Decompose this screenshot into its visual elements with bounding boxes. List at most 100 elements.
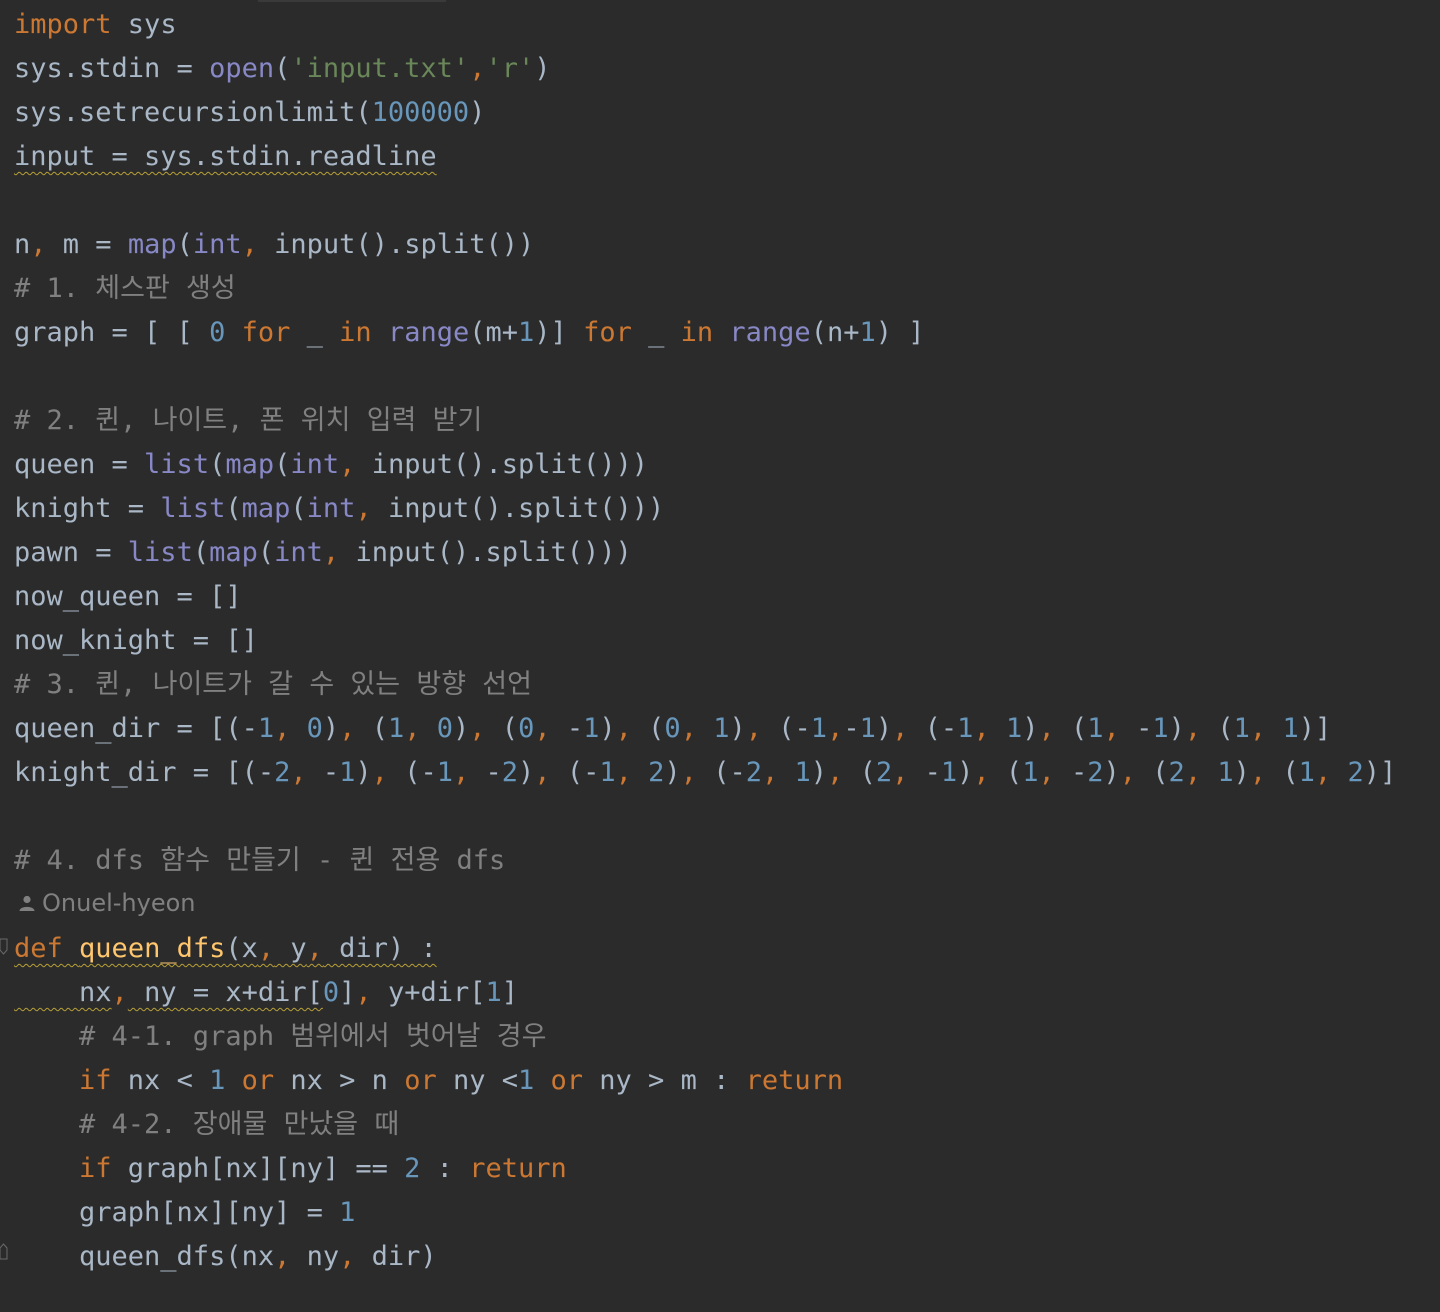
code-token: 1	[583, 713, 600, 744]
code-token: ,	[469, 713, 486, 744]
code-line[interactable]: import sys	[14, 3, 177, 47]
code-token: 0	[518, 713, 535, 744]
code-token: -	[1054, 757, 1088, 788]
code-token: ,	[761, 757, 779, 788]
code-token: ,	[1119, 757, 1137, 788]
code-token: ,	[1249, 757, 1267, 788]
fold-end-icon[interactable]	[0, 1242, 8, 1260]
code-token: # 4-1. graph 범위에서 벗어날 경우	[14, 1021, 547, 1052]
code-token: ,	[355, 977, 372, 1008]
code-token: ,	[469, 53, 486, 84]
code-token: 1	[599, 757, 616, 788]
code-token: return	[469, 1153, 567, 1184]
code-line[interactable]: nx, ny = x+dir[0], y+dir[1]	[14, 971, 518, 1015]
code-token: ,	[892, 757, 909, 788]
code-line[interactable]: n, m = map(int, input().split())	[14, 223, 534, 267]
code-token: ,	[404, 713, 421, 744]
code-token: 1	[1022, 757, 1039, 788]
code-token: input().split()))	[371, 493, 665, 524]
code-line[interactable]: knight = list(map(int, input().split()))	[14, 487, 664, 531]
code-token: ,	[973, 757, 990, 788]
code-token: -	[306, 757, 340, 788]
code-token: (m+	[469, 317, 519, 348]
code-token: range	[387, 317, 470, 348]
code-line[interactable]: sys.stdin = open('input.txt','r')	[14, 47, 551, 91]
code-token: ,	[241, 229, 258, 260]
code-token: open	[209, 53, 275, 84]
code-line[interactable]: # 4-1. graph 범위에서 벗어날 경우	[14, 1015, 546, 1059]
code-token: 0	[209, 317, 226, 348]
code-token: ,	[1103, 713, 1120, 744]
code-token: 2	[1347, 757, 1364, 788]
code-token: (	[485, 713, 519, 744]
code-token: int	[192, 229, 242, 260]
code-token: queen_dfs	[79, 933, 226, 964]
code-token: 1	[1217, 757, 1234, 788]
code-token: 1	[436, 757, 453, 788]
code-token: 100000	[371, 97, 470, 128]
code-token: )	[729, 713, 746, 744]
code-token: or	[550, 1065, 584, 1096]
code-token: (	[1054, 713, 1088, 744]
code-token: 1	[794, 757, 811, 788]
code-line[interactable]: input = sys.stdin.readline	[14, 135, 437, 179]
code-token: 1	[387, 713, 405, 744]
code-line[interactable]: graph[nx][ny] = 1	[14, 1191, 355, 1235]
code-token: y+dir[	[371, 977, 486, 1008]
code-token: map	[225, 449, 275, 480]
code-line[interactable]: if nx < 1 or nx > n or ny <1 or ny > m :…	[14, 1059, 843, 1103]
code-line[interactable]: sys.setrecursionlimit(100000)	[14, 91, 485, 135]
code-token: n	[14, 229, 31, 260]
code-token: )	[1233, 757, 1250, 788]
code-line[interactable]: pawn = list(map(int, input().split()))	[14, 531, 632, 575]
code-token: )	[322, 713, 340, 744]
code-token: for	[583, 317, 632, 348]
code-token: )	[875, 713, 893, 744]
code-token: ,	[111, 977, 128, 1008]
code-editor[interactable]: import sys sys.stdin = open('input.txt','…	[0, 3, 1440, 1312]
code-line[interactable]: now_knight = []	[14, 619, 258, 663]
code-line[interactable]: def queen_dfs(x, y, dir) :	[14, 927, 437, 971]
code-token: or	[404, 1065, 437, 1096]
code-token: now_queen = []	[14, 581, 242, 612]
code-token: 1	[810, 713, 828, 744]
author-hint[interactable]: Onuel-hyeon	[18, 883, 195, 923]
code-line[interactable]: # 4. dfs 함수 만들기 - 퀸 전용 dfs	[14, 839, 505, 883]
code-token: ,	[339, 1241, 356, 1272]
code-token: or	[241, 1065, 275, 1096]
code-token: ,	[322, 537, 340, 568]
code-token: 1	[339, 1197, 356, 1228]
code-token: 1	[859, 317, 876, 348]
code-line[interactable]: queen_dfs(nx, ny, dir)	[14, 1235, 437, 1279]
code-line[interactable]: # 3. 퀸, 나이트가 갈 수 있는 방향 선언	[14, 663, 532, 707]
code-token: 1	[1152, 713, 1169, 744]
code-token: ,	[257, 933, 275, 964]
code-token: ,	[973, 713, 990, 744]
code-token: 0	[664, 713, 681, 744]
code-token: 1	[485, 977, 502, 1008]
code-line[interactable]: if graph[nx][ny] == 2 : return	[14, 1147, 567, 1191]
code-token: ,	[615, 757, 632, 788]
code-token: pawn =	[14, 537, 128, 568]
code-token: queen_dfs(nx	[14, 1241, 275, 1272]
code-line[interactable]: graph = [ [ 0 for _ in range(m+1)] for _…	[14, 311, 925, 355]
code-token: m =	[46, 229, 128, 260]
code-token: (	[209, 449, 226, 480]
code-token: )	[1103, 757, 1120, 788]
code-line[interactable]: # 1. 체스판 생성	[14, 267, 236, 311]
code-token: graph[nx][ny] =	[14, 1197, 340, 1228]
code-token: dir) :	[322, 933, 437, 964]
code-line[interactable]: # 2. 퀸, 나이트, 폰 위치 입력 받기	[14, 399, 482, 443]
code-line[interactable]: queen = list(map(int, input().split()))	[14, 443, 648, 487]
fold-start-icon[interactable]	[0, 938, 8, 956]
code-token: (	[290, 493, 307, 524]
code-line[interactable]: queen_dir = [(-1, 0), (1, 0), (0, -1), (…	[14, 707, 1331, 751]
code-line[interactable]: # 4-2. 장애물 만났을 때	[14, 1103, 399, 1147]
code-token: 1	[713, 713, 730, 744]
code-line[interactable]: now_queen = []	[14, 575, 242, 619]
code-line[interactable]: knight_dir = [(-2, -1), (-1, -2), (-1, 2…	[14, 751, 1396, 795]
